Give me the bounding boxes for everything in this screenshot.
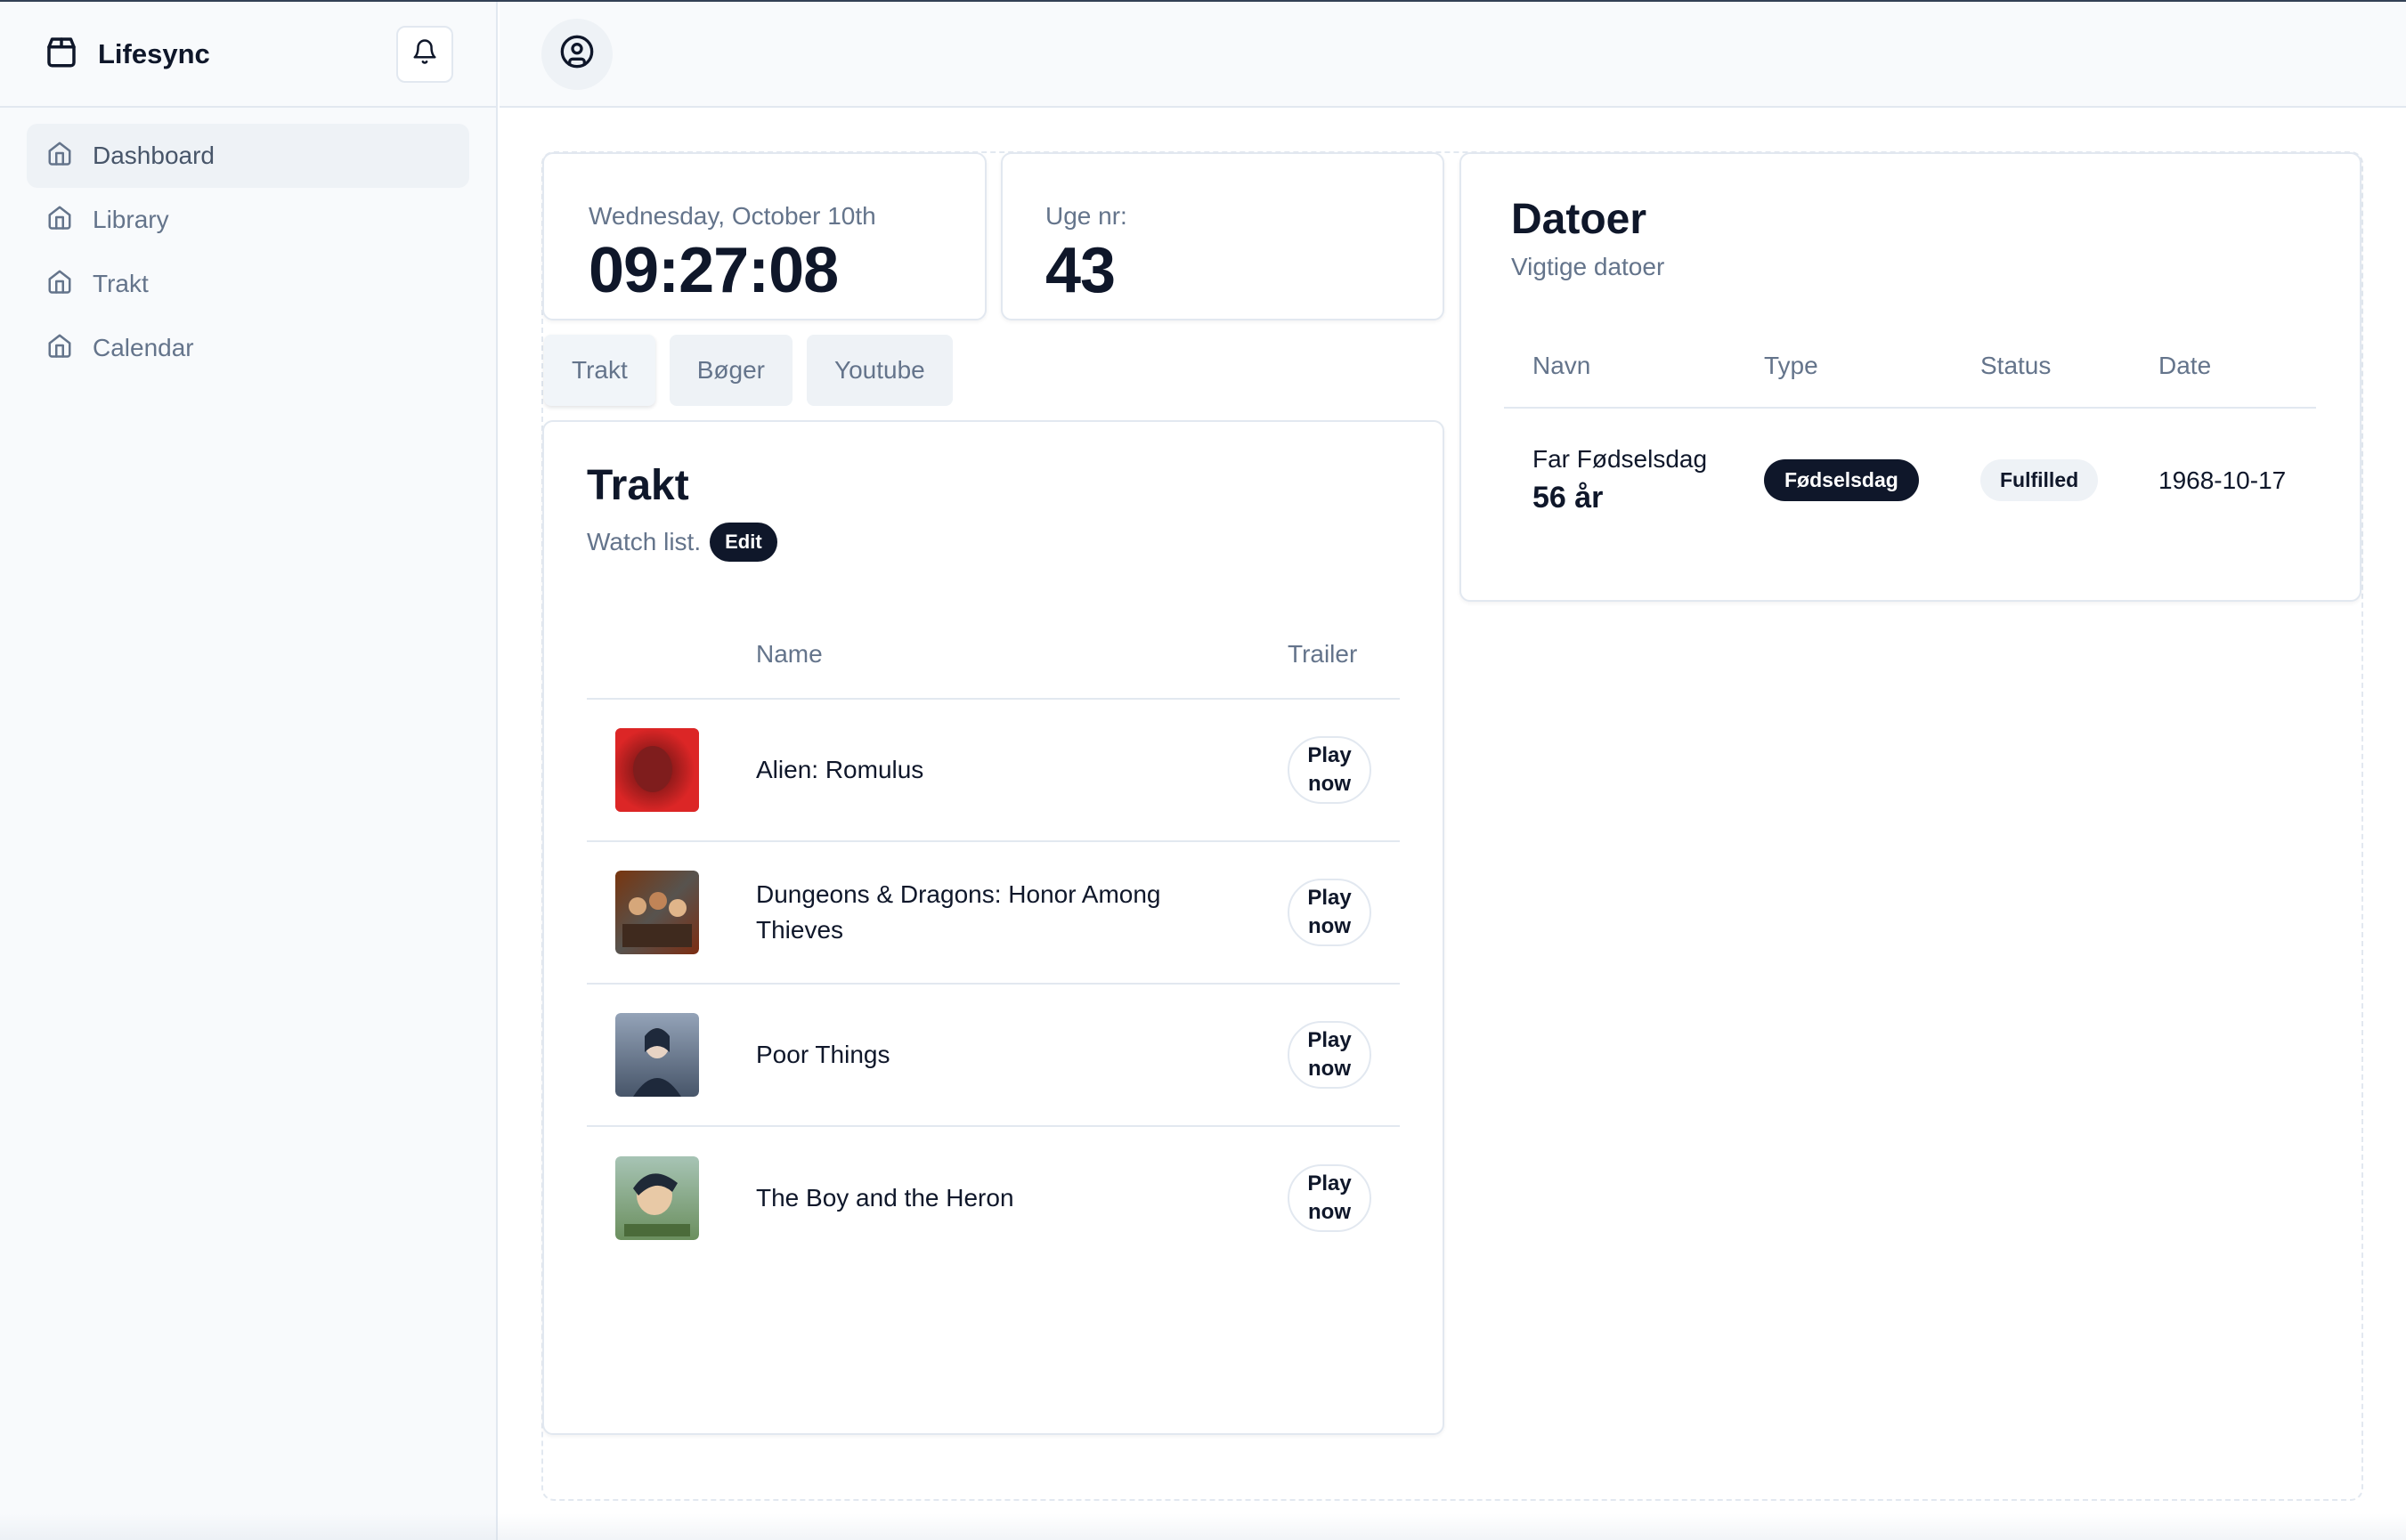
movie-poster-image[interactable] — [615, 1155, 699, 1240]
week-label: Uge nr: — [1045, 202, 1127, 230]
table-header-row: Navn Type Status Date — [1504, 324, 2316, 409]
datoer-card: Datoer Vigtige datoer Navn Type Status D… — [1459, 152, 2361, 602]
sidebar-nav: Dashboard Library Trakt Calendar — [0, 108, 496, 396]
type-badge: Fødselsdag — [1764, 459, 1919, 501]
play-now-button[interactable]: Play now — [1288, 1021, 1371, 1089]
status-badge: Fulfilled — [1980, 459, 2099, 501]
tab-boger[interactable]: Bøger — [669, 335, 793, 406]
user-menu-button[interactable] — [541, 18, 613, 90]
movie-poster-image[interactable] — [615, 1013, 699, 1097]
name-column-header: Name — [756, 610, 1288, 700]
sidebar-item-label: Calendar — [93, 334, 194, 361]
table-header-row: Name Trailer — [587, 610, 1400, 700]
user-circle-icon — [559, 34, 595, 74]
sidebar-item-dashboard[interactable]: Dashboard — [27, 124, 469, 188]
week-number: 43 — [1045, 235, 1116, 306]
poster-column-header — [587, 610, 756, 700]
bell-icon — [411, 38, 438, 69]
dates-table: Navn Type Status Date Far Fødselsdag 56 … — [1504, 324, 2316, 552]
tab-trakt[interactable]: Trakt — [544, 335, 655, 406]
edit-button[interactable]: Edit — [710, 523, 777, 562]
datoer-subtitle: Vigtige datoer — [1511, 253, 1665, 280]
play-now-button[interactable]: Play now — [1288, 736, 1371, 804]
package-icon — [43, 33, 80, 75]
home-icon — [46, 268, 73, 301]
date-name: Far Fødselsdag — [1532, 445, 1708, 473]
date-time-card: Wednesday, October 10th 09:27:08 — [542, 152, 987, 320]
home-icon — [46, 140, 73, 173]
top-header — [500, 2, 2406, 108]
play-now-button[interactable]: Play now — [1288, 1163, 1371, 1232]
trakt-title: Trakt — [587, 462, 689, 509]
current-time: 09:27:08 — [589, 235, 839, 306]
movie-name: Alien: Romulus — [756, 699, 1288, 842]
sidebar-item-trakt[interactable]: Trakt — [27, 252, 469, 316]
date-value: 1968-10-17 — [2158, 466, 2287, 494]
status-column-header: Status — [1952, 324, 2130, 409]
table-row: Poor Things Play now — [587, 984, 1400, 1127]
sidebar-item-library[interactable]: Library — [27, 188, 469, 252]
brand-bar: Lifesync — [0, 2, 496, 108]
table-row: Alien: Romulus Play now — [587, 699, 1400, 842]
table-row: The Boy and the Heron Play now — [587, 1126, 1400, 1268]
navn-column-header: Navn — [1504, 324, 1735, 409]
watchlist-table: Name Trailer Alien: Romulus Play now Dun… — [587, 610, 1400, 1268]
movie-name: Poor Things — [756, 984, 1288, 1127]
week-number-card: Uge nr: 43 — [1001, 152, 1444, 320]
datoer-title: Datoer — [1511, 196, 1647, 243]
trakt-subtitle: Watch list. — [587, 528, 702, 555]
movie-poster-image[interactable] — [615, 871, 699, 954]
sidebar: Lifesync Dashboard Library Trakt Calenda… — [0, 2, 498, 1540]
table-row: Far Fødselsdag 56 år Fødselsdag Fulfille… — [1504, 408, 2316, 552]
date-age: 56 år — [1532, 481, 1604, 515]
tab-youtube[interactable]: Youtube — [807, 335, 953, 406]
home-icon — [46, 332, 73, 365]
bottom-fade — [0, 1513, 2406, 1540]
type-column-header: Type — [1735, 324, 1952, 409]
sidebar-item-label: Trakt — [93, 270, 149, 297]
brand-link[interactable]: Lifesync — [43, 33, 210, 75]
table-row: Dungeons & Dragons: Honor Among Thieves … — [587, 841, 1400, 985]
app-name: Lifesync — [98, 37, 210, 69]
sidebar-item-label: Dashboard — [93, 142, 215, 169]
movie-name: Dungeons & Dragons: Honor Among Thieves — [756, 841, 1288, 985]
trailer-column-header: Trailer — [1288, 610, 1400, 700]
sidebar-item-label: Library — [93, 206, 169, 233]
home-icon — [46, 204, 73, 237]
date-column-header: Date — [2130, 324, 2316, 409]
current-date: Wednesday, October 10th — [589, 202, 876, 230]
movie-name: The Boy and the Heron — [756, 1183, 1014, 1212]
sidebar-item-calendar[interactable]: Calendar — [27, 316, 469, 380]
trakt-card: Trakt Watch list. Edit Name Trailer Alie… — [542, 420, 1444, 1435]
movie-poster-image[interactable] — [615, 728, 699, 812]
notifications-button[interactable] — [396, 25, 453, 83]
media-tabs: Trakt Bøger Youtube — [544, 335, 953, 406]
play-now-button[interactable]: Play now — [1288, 879, 1371, 946]
